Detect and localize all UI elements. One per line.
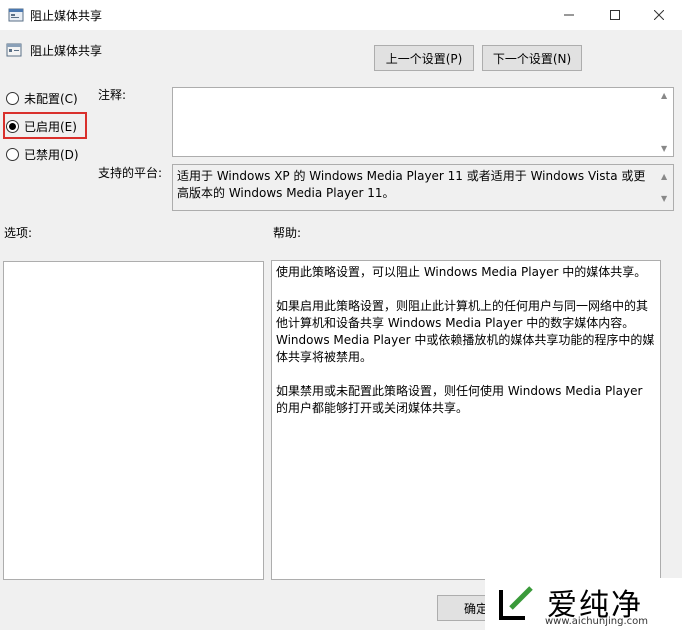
next-setting-button[interactable]: 下一个设置(N) bbox=[482, 45, 582, 71]
platform-label: 支持的平台: bbox=[98, 166, 163, 180]
radio-not-configured[interactable]: 未配置(C) bbox=[6, 88, 78, 108]
policy-window-icon bbox=[8, 8, 24, 22]
close-icon bbox=[654, 10, 664, 20]
radio-circle[interactable] bbox=[6, 147, 19, 161]
maximize-button[interactable] bbox=[592, 0, 638, 30]
watermark-url: www.aichunjing.com bbox=[545, 616, 648, 627]
policy-header: 阻止媒体共享 bbox=[6, 40, 102, 60]
radio-label: 未配置(C) bbox=[24, 91, 78, 106]
title-bar: 阻止媒体共享 bbox=[0, 0, 682, 30]
scroll-down-icon[interactable]: ▼ bbox=[661, 144, 667, 153]
platform-text: 适用于 Windows XP 的 Windows Media Player 11… bbox=[177, 169, 646, 200]
help-paragraph: 如果禁用或未配置此策略设置，则任何使用 Windows Media Player… bbox=[276, 384, 643, 415]
radio-label: 已禁用(D) bbox=[24, 147, 79, 162]
help-panel: 使用此策略设置，可以阻止 Windows Media Player 中的媒体共享… bbox=[271, 260, 661, 580]
options-panel bbox=[3, 261, 264, 580]
watermark-logo-icon bbox=[499, 586, 533, 620]
radio-circle[interactable] bbox=[6, 91, 19, 105]
comment-scrollbar[interactable]: ▲ ▼ bbox=[657, 88, 673, 156]
minimize-button[interactable] bbox=[546, 0, 592, 30]
minimize-icon bbox=[564, 14, 574, 16]
policy-name: 阻止媒体共享 bbox=[30, 43, 103, 58]
platform-scrollbar[interactable]: ▲ ▼ bbox=[657, 165, 673, 210]
radio-disabled[interactable]: 已禁用(D) bbox=[6, 144, 79, 164]
prev-setting-button[interactable]: 上一个设置(P) bbox=[374, 45, 474, 71]
close-button[interactable] bbox=[636, 0, 682, 30]
window-title: 阻止媒体共享 bbox=[30, 9, 103, 23]
enabled-highlight-box bbox=[3, 112, 87, 139]
comment-textarea[interactable]: ▲ ▼ bbox=[172, 87, 674, 157]
maximize-icon bbox=[610, 10, 620, 20]
platform-textbox: 适用于 Windows XP 的 Windows Media Player 11… bbox=[172, 164, 674, 211]
help-label: 帮助: bbox=[273, 226, 302, 240]
scroll-up-icon[interactable]: ▲ bbox=[661, 168, 667, 185]
scroll-down-icon[interactable]: ▼ bbox=[661, 190, 667, 207]
help-paragraph: 使用此策略设置，可以阻止 Windows Media Player 中的媒体共享… bbox=[276, 265, 647, 279]
options-label: 选项: bbox=[4, 226, 33, 240]
scroll-up-icon[interactable]: ▲ bbox=[661, 91, 667, 100]
comment-label: 注释: bbox=[98, 88, 127, 102]
policy-setting-icon bbox=[6, 43, 22, 57]
help-paragraph: 如果启用此策略设置，则阻止此计算机上的任何用户与同一网络中的其他计算机和设备共享… bbox=[276, 299, 655, 364]
watermark: 爱纯净 www.aichunjing.com bbox=[485, 578, 682, 630]
